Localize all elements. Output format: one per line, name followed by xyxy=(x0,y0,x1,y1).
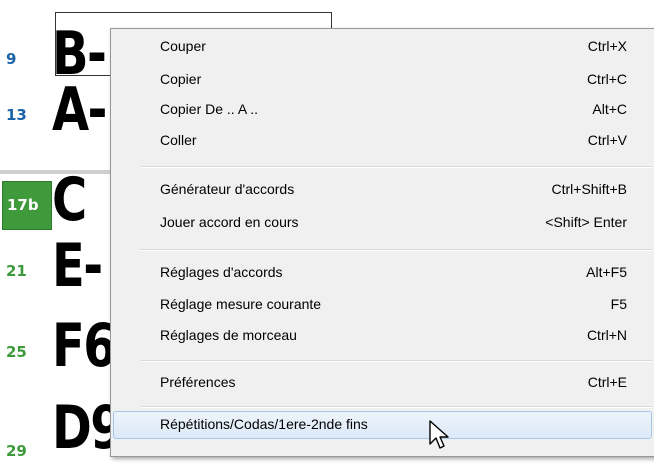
menu-item-cut[interactable]: Couper Ctrl+X xyxy=(113,33,652,61)
bar-number: 17b xyxy=(7,196,39,214)
menu-separator xyxy=(141,166,652,168)
menu-item-copy-from-to[interactable]: Copier De .. A .. Alt+C xyxy=(113,96,652,124)
menu-item-label: Coller xyxy=(160,132,197,148)
mouse-pointer-icon xyxy=(429,420,449,449)
menu-item-shortcut: Ctrl+C xyxy=(586,71,627,87)
menu-separator xyxy=(141,406,652,408)
menu-item-shortcut: Alt+F5 xyxy=(586,264,627,280)
menu-item-label: Copier xyxy=(160,71,202,87)
menu-item-chord-generator[interactable]: Générateur d'accords Ctrl+Shift+B xyxy=(113,176,652,204)
menu-item-copy[interactable]: Copier Ctrl+C xyxy=(113,66,652,94)
menu-item-shortcut: F5 xyxy=(610,296,627,312)
menu-item-label: Réglage mesure courante xyxy=(160,296,322,312)
chord-symbol[interactable]: E- xyxy=(52,236,103,296)
menu-item-label: Réglages d'accords xyxy=(160,264,283,280)
menu-item-label: Préférences xyxy=(160,374,236,390)
menu-item-label: Jouer accord en cours xyxy=(160,214,299,230)
menu-item-preferences[interactable]: Préférences Ctrl+E xyxy=(113,369,652,397)
menu-item-song-settings[interactable]: Réglages de morceau Ctrl+N xyxy=(113,322,652,350)
menu-item-label: Générateur d'accords xyxy=(160,181,295,197)
menu-item-label: Couper xyxy=(160,38,206,54)
menu-item-label: Réglages de morceau xyxy=(160,327,297,343)
bar-number: 13 xyxy=(6,106,27,124)
menu-item-shortcut: <Shift> Enter xyxy=(545,214,627,230)
bar-number: 25 xyxy=(6,343,27,361)
menu-item-shortcut: Ctrl+E xyxy=(587,374,627,390)
chord-symbol[interactable]: A- xyxy=(52,80,107,140)
menu-separator xyxy=(141,360,652,362)
menu-item-label: Répétitions/Codas/1ere-2nde fins xyxy=(160,416,368,432)
menu-item-label: Copier De .. A .. xyxy=(160,101,259,117)
menu-item-paste[interactable]: Coller Ctrl+V xyxy=(113,127,652,155)
bar-number: 9 xyxy=(6,50,17,68)
menu-item-shortcut: Ctrl+V xyxy=(587,132,627,148)
chord-symbol[interactable]: C xyxy=(52,170,87,230)
menu-item-current-bar-settings[interactable]: Réglage mesure courante F5 xyxy=(113,291,652,319)
menu-item-shortcut: Ctrl+Shift+B xyxy=(551,181,627,197)
context-menu: Couper Ctrl+X Copier Ctrl+C Copier De ..… xyxy=(110,28,654,457)
bar-number: 29 xyxy=(6,442,27,460)
bar-number: 21 xyxy=(6,262,27,280)
menu-item-chord-settings[interactable]: Réglages d'accords Alt+F5 xyxy=(113,259,652,287)
menu-item-shortcut: Alt+C xyxy=(592,101,627,117)
menu-separator xyxy=(141,249,652,251)
menu-item-shortcut: Ctrl+N xyxy=(586,327,627,343)
menu-item-shortcut: Ctrl+X xyxy=(587,38,627,54)
chord-symbol[interactable]: F6 xyxy=(52,316,117,376)
menu-item-play-current-chord[interactable]: Jouer accord en cours <Shift> Enter xyxy=(113,209,652,237)
menu-item-repeats-codas-endings[interactable]: Répétitions/Codas/1ere-2nde fins xyxy=(113,411,652,439)
